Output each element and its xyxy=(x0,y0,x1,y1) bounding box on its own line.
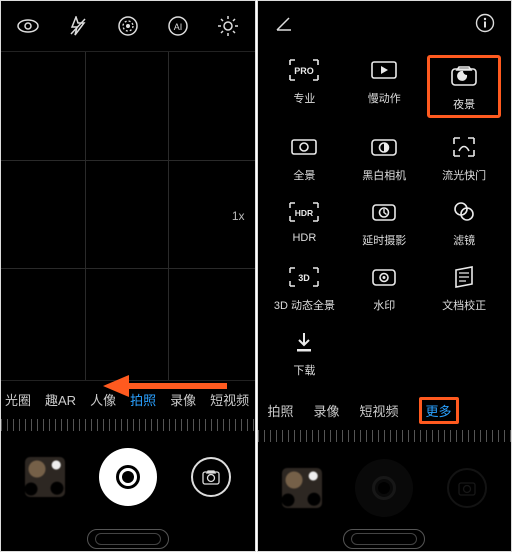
shutter-row xyxy=(1,441,255,513)
mono-icon xyxy=(366,132,402,162)
gallery-thumbnail[interactable] xyxy=(25,457,65,497)
mode-趣AR[interactable]: 趣AR xyxy=(45,390,76,409)
mode-tile-label: 延时摄影 xyxy=(362,232,406,248)
mode-短视频[interactable]: 短视频 xyxy=(360,401,399,420)
svg-text:AI: AI xyxy=(173,22,182,32)
lightpaint-icon xyxy=(446,132,482,162)
mode-tile-label: 专业 xyxy=(293,90,315,106)
mode-tile-label: 文档校正 xyxy=(442,297,486,313)
ai-mode-icon[interactable]: AI xyxy=(165,13,191,39)
viewfinder[interactable]: 1x xyxy=(1,51,255,381)
home-button[interactable] xyxy=(87,529,169,549)
mode-tile-3dpano[interactable]: 3D 3D 动态全景 xyxy=(268,262,342,313)
switch-camera-button[interactable] xyxy=(447,468,487,508)
mode-录像[interactable]: 录像 xyxy=(314,401,340,420)
mode-tile-label: 下载 xyxy=(293,362,315,378)
mode-tile-mono[interactable]: 黑白相机 xyxy=(347,132,421,183)
gallery-thumbnail[interactable] xyxy=(282,468,322,508)
timelapse-icon xyxy=(366,197,402,227)
color-mode-icon[interactable] xyxy=(115,13,141,39)
night-icon xyxy=(446,61,482,91)
hdr-icon: HDR xyxy=(286,197,322,227)
svg-text:3D: 3D xyxy=(299,273,311,283)
mode-ruler xyxy=(1,419,255,431)
svg-text:PRO: PRO xyxy=(295,66,315,76)
mode-tile-docscan[interactable]: 文档校正 xyxy=(427,262,501,313)
mode-录像[interactable]: 录像 xyxy=(170,390,196,409)
docscan-icon xyxy=(446,262,482,292)
panorama-icon xyxy=(286,132,322,162)
mode-tile-night[interactable]: 夜景 xyxy=(427,55,501,118)
zoom-badge[interactable]: 1x xyxy=(232,209,245,223)
mode-grid: PRO 专业 慢动作 夜景全景 黑白相机 流光快门 HDR HDR 延时摄影 滤镜 3D 3D 动态全… xyxy=(258,45,512,382)
mode-tile-download[interactable]: 下载 xyxy=(268,327,342,378)
mode-tile-filter[interactable]: 滤镜 xyxy=(427,197,501,248)
slowmo-icon xyxy=(366,55,402,85)
mode-拍照[interactable]: 拍照 xyxy=(268,401,294,420)
top-toolbar: AI xyxy=(1,1,255,51)
mode-tile-pro[interactable]: PRO 专业 xyxy=(268,55,342,118)
mode-tile-label: 流光快门 xyxy=(442,167,486,183)
mode-tile-label: 黑白相机 xyxy=(362,167,406,183)
mode-tile-slowmo[interactable]: 慢动作 xyxy=(347,55,421,118)
mode-tile-label: 3D 动态全景 xyxy=(274,297,335,313)
download-icon xyxy=(286,327,322,357)
shutter-button[interactable] xyxy=(355,459,413,517)
top-toolbar xyxy=(258,1,512,45)
filter-icon xyxy=(446,197,482,227)
mode-更多[interactable]: 更多 xyxy=(419,397,459,424)
flash-icon[interactable] xyxy=(65,13,91,39)
mode-strip-right[interactable]: 拍照 录像 短视频 更多 xyxy=(258,392,512,428)
phone-right: PRO 专业 慢动作 夜景全景 黑白相机 流光快门 HDR HDR 延时摄影 滤镜 3D 3D 动态全… xyxy=(257,0,512,552)
mode-短视频[interactable]: 短视频 xyxy=(210,390,249,409)
mode-tile-lightpaint[interactable]: 流光快门 xyxy=(427,132,501,183)
mode-ruler xyxy=(258,430,512,442)
mode-tile-label: 滤镜 xyxy=(453,232,475,248)
home-button[interactable] xyxy=(343,529,425,549)
live-photo-icon[interactable] xyxy=(15,13,41,39)
shutter-button[interactable] xyxy=(99,448,157,506)
mode-光圈[interactable]: 光圈 xyxy=(5,390,31,409)
mode-tile-label: 水印 xyxy=(373,297,395,313)
pro-icon: PRO xyxy=(286,55,322,85)
mode-人像[interactable]: 人像 xyxy=(90,390,116,409)
mode-tile-watermark[interactable]: 水印 xyxy=(347,262,421,313)
mode-tile-label: HDR xyxy=(292,232,316,244)
phone-left: AI 1x 光圈趣AR人像拍照录像短视频更 xyxy=(0,0,256,552)
mode-tile-timelapse[interactable]: 延时摄影 xyxy=(347,197,421,248)
mode-tile-label: 夜景 xyxy=(453,96,475,112)
svg-text:HDR: HDR xyxy=(295,208,313,218)
mode-tile-label: 慢动作 xyxy=(368,90,401,106)
mode-tile-panorama[interactable]: 全景 xyxy=(268,132,342,183)
info-icon[interactable] xyxy=(475,13,495,33)
mode-拍照[interactable]: 拍照 xyxy=(130,390,156,409)
mode-tile-label: 全景 xyxy=(293,167,315,183)
switch-camera-button[interactable] xyxy=(191,457,231,497)
shutter-row xyxy=(258,452,512,524)
mode-strip-left[interactable]: 光圈趣AR人像拍照录像短视频更 xyxy=(1,381,255,417)
settings-icon[interactable] xyxy=(215,13,241,39)
watermark-icon xyxy=(366,262,402,292)
edit-icon[interactable] xyxy=(274,13,294,33)
3dpano-icon: 3D xyxy=(286,262,322,292)
mode-tile-hdr[interactable]: HDR HDR xyxy=(268,197,342,248)
